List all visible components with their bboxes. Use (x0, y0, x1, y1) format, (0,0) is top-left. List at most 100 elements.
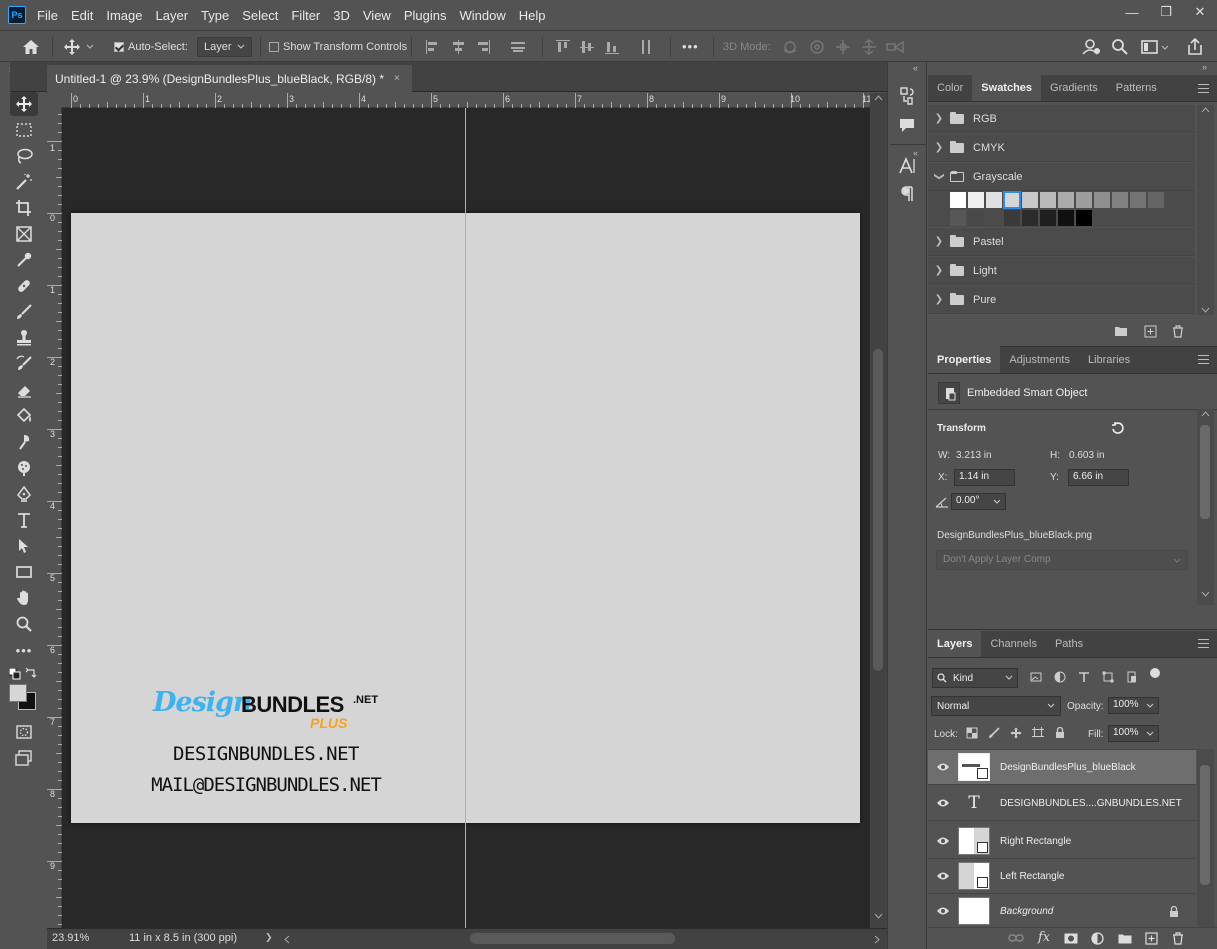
layer-lock-icon[interactable] (1169, 906, 1179, 918)
lock-position-icon[interactable] (1010, 727, 1022, 739)
filter-type-icon[interactable] (1078, 671, 1090, 683)
properties-panel-menu-icon[interactable] (1198, 355, 1209, 364)
new-group-icon[interactable] (1118, 933, 1132, 944)
swatch-group-rgb[interactable]: ❯ RGB (928, 105, 1195, 133)
lock-artboard-icon[interactable] (1032, 727, 1044, 739)
type-tool-icon[interactable] (10, 508, 38, 532)
quick-mask-icon[interactable] (10, 720, 38, 744)
swatch[interactable] (1058, 210, 1074, 226)
menu-edit[interactable]: Edit (71, 8, 93, 23)
search-icon[interactable] (1111, 31, 1129, 62)
eraser-tool-icon[interactable] (10, 378, 38, 402)
workspace-icon[interactable] (1141, 31, 1169, 62)
layer-row-text[interactable]: T DESIGNBUNDLES....GNBUNDLES.NET (928, 786, 1196, 821)
tab-channels[interactable]: Channels (981, 630, 1045, 657)
designbundles-logo[interactable]: Design BUNDLES .NET PLUS (153, 687, 393, 739)
hand-tool-icon[interactable] (10, 586, 38, 610)
new-swatch-icon[interactable] (1143, 324, 1157, 338)
vertical-ruler[interactable]: 1 0 1 2 3 4 5 6 7 8 9 (47, 108, 62, 928)
swatch[interactable] (1004, 210, 1020, 226)
delete-layer-icon[interactable] (1172, 932, 1184, 945)
artwork-email-text[interactable]: MAIL@DESIGNBUNDLES.NET (131, 774, 401, 796)
layers-scroll-thumb[interactable] (1200, 765, 1210, 885)
swatch[interactable] (1094, 192, 1110, 208)
layer-row-logo[interactable]: DesignBundlesPlus_blueBlack (928, 750, 1196, 785)
close-window-button[interactable]: ✕ (1183, 0, 1217, 24)
home-icon[interactable] (21, 31, 41, 62)
x-position-input[interactable]: 1.14 in (954, 469, 1015, 486)
tab-patterns[interactable]: Patterns (1107, 74, 1166, 101)
visibility-eye-icon[interactable] (928, 798, 958, 808)
height-value[interactable]: 0.603 in (1069, 450, 1105, 461)
menu-image[interactable]: Image (106, 8, 142, 23)
add-mask-icon[interactable] (1064, 933, 1078, 944)
swatch-group-grayscale[interactable]: ❯ Grayscale (928, 163, 1195, 191)
tab-color[interactable]: Color (928, 74, 972, 101)
path-selection-tool-icon[interactable] (10, 534, 38, 558)
eyedropper-tool-icon[interactable] (10, 248, 38, 272)
pen-tool-icon[interactable] (10, 482, 38, 506)
horizontal-scroll-thumb[interactable] (470, 933, 675, 944)
blend-mode-dropdown[interactable]: Normal (931, 696, 1061, 716)
reset-transform-icon[interactable] (1110, 421, 1124, 435)
menu-view[interactable]: View (363, 8, 391, 23)
zoom-tool-icon[interactable] (10, 612, 38, 636)
visibility-eye-icon[interactable] (928, 871, 958, 881)
new-swatch-group-icon[interactable] (1114, 324, 1128, 338)
edit-toolbar-icon[interactable]: ••• (10, 638, 38, 662)
tab-layers[interactable]: Layers (928, 630, 982, 657)
crop-tool-icon[interactable] (10, 196, 38, 220)
collapse-right-panels-icon[interactable]: » (1202, 62, 1207, 72)
paragraph-panel-icon[interactable] (898, 185, 916, 203)
tab-properties[interactable]: Properties (928, 346, 1001, 373)
layers-scrollbar[interactable] (1197, 749, 1214, 927)
layer-style-fx-button[interactable]: fx (1038, 930, 1050, 945)
tab-swatches[interactable]: Swatches (972, 74, 1042, 101)
share-icon[interactable] (1185, 31, 1205, 62)
zoom-level[interactable]: 23.91% (52, 932, 89, 944)
menu-3d[interactable]: 3D (333, 8, 350, 23)
layer-row-background[interactable]: Background (928, 894, 1196, 927)
link-layers-icon[interactable] (1008, 932, 1024, 944)
artwork-website-text[interactable]: DESIGNBUNDLES.NET (141, 743, 391, 765)
comments-panel-icon[interactable] (898, 116, 916, 134)
minimize-button[interactable]: — (1115, 0, 1149, 24)
layer-comp-dropdown[interactable]: Don't Apply Layer Comp (936, 550, 1188, 570)
horizontal-ruler[interactable]: 0 1 2 3 4 5 6 7 8 9 10 11 (62, 93, 871, 108)
menu-filter[interactable]: Filter (291, 8, 320, 23)
menu-help[interactable]: Help (519, 8, 546, 23)
close-document-icon[interactable]: × (394, 73, 400, 84)
layer-name[interactable]: Background (1000, 906, 1053, 917)
visibility-eye-icon[interactable] (928, 762, 958, 772)
swatch[interactable] (1076, 192, 1092, 208)
filter-pixel-icon[interactable] (1030, 671, 1042, 683)
swatch[interactable] (1040, 210, 1056, 226)
character-panel-icon[interactable] (898, 157, 916, 175)
layer-row-right-rectangle[interactable]: Right Rectangle (928, 824, 1196, 859)
swatch[interactable] (968, 192, 984, 208)
lasso-tool-icon[interactable] (10, 144, 38, 168)
layer-row-left-rectangle[interactable]: Left Rectangle (928, 859, 1196, 894)
swatch-group-pure[interactable]: ❯ Pure (928, 286, 1195, 314)
swap-colors-icon[interactable] (25, 667, 37, 679)
history-brush-tool-icon[interactable] (10, 352, 38, 376)
swatch[interactable] (1112, 192, 1128, 208)
swatch-group-light[interactable]: ❯ Light (928, 257, 1195, 285)
auto-select-checkbox[interactable]: Auto-Select: (114, 31, 188, 62)
rectangle-tool-icon[interactable] (10, 560, 38, 584)
move-tool-preset-icon[interactable] (63, 31, 93, 62)
stamp-tool-icon[interactable] (10, 326, 38, 350)
history-panel-icon[interactable] (898, 86, 916, 106)
vertical-scrollbar[interactable] (870, 93, 887, 928)
smudge-tool-icon[interactable] (10, 430, 38, 454)
opacity-input[interactable]: 100% (1108, 697, 1159, 714)
delete-swatch-icon[interactable] (1171, 324, 1185, 338)
layers-panel-menu-icon[interactable] (1198, 639, 1209, 648)
tab-paths[interactable]: Paths (1046, 630, 1092, 657)
canvas-pasteboard[interactable]: Design BUNDLES .NET PLUS DESIGNBUNDLES.N… (62, 108, 870, 928)
restore-button[interactable]: ❐ (1149, 0, 1183, 24)
swatch[interactable] (1130, 192, 1146, 208)
swatch[interactable] (1022, 210, 1038, 226)
properties-scrollbar[interactable] (1197, 409, 1214, 605)
swatch-group-pastel[interactable]: ❯ Pastel (928, 228, 1195, 256)
